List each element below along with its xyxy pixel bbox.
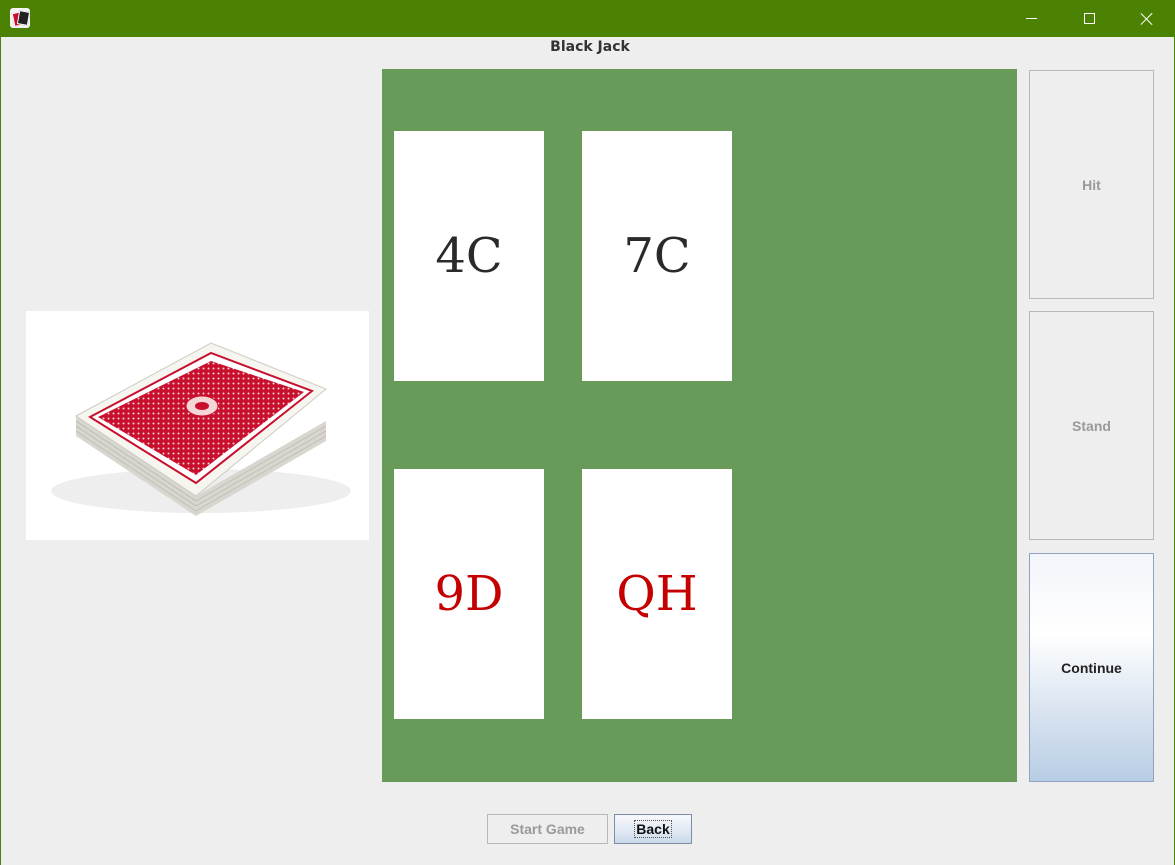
maximize-button[interactable] [1060, 0, 1118, 37]
close-button[interactable] [1118, 0, 1175, 37]
start-game-button[interactable]: Start Game [487, 814, 608, 844]
card-table: 4C 7C 9D QH [382, 69, 1017, 782]
stand-button[interactable]: Stand [1029, 311, 1154, 540]
back-button-label: Back [634, 820, 672, 838]
title-bar [0, 0, 1175, 37]
player-card: 4C [394, 131, 544, 381]
back-button[interactable]: Back [614, 814, 692, 844]
window-border [0, 37, 1, 865]
app-icon [10, 8, 30, 28]
game-title: Black Jack [550, 39, 630, 55]
continue-button[interactable]: Continue [1029, 553, 1154, 782]
dealer-card: 9D [394, 469, 544, 719]
player-card: 7C [582, 131, 732, 381]
minimize-button[interactable] [1002, 0, 1060, 37]
card-deck-image [26, 311, 369, 540]
maximize-icon [1083, 13, 1095, 24]
card-deck-icon [51, 342, 351, 516]
hit-button[interactable]: Hit [1029, 70, 1154, 299]
close-icon [1140, 12, 1154, 26]
dealer-card: QH [582, 469, 732, 719]
minimize-icon [1025, 18, 1037, 19]
